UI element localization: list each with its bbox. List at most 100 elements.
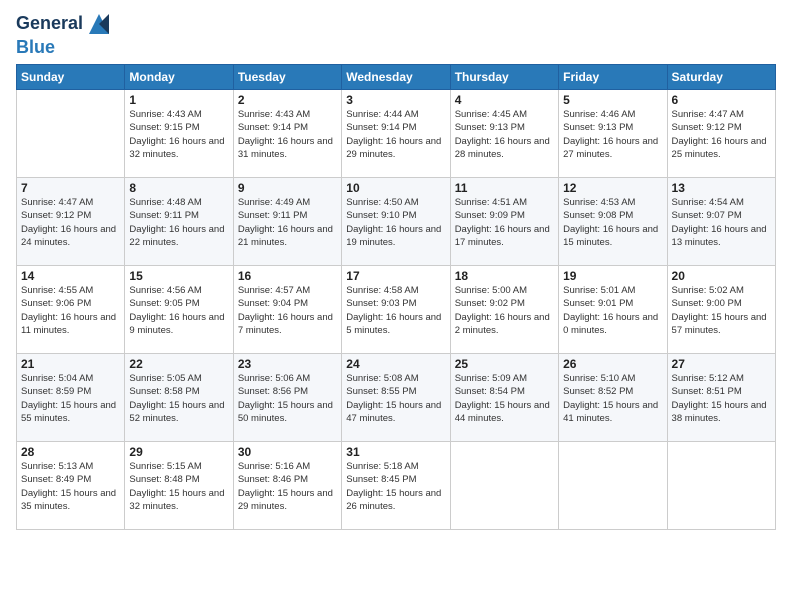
day-info: Sunrise: 4:47 AMSunset: 9:12 PMDaylight:… xyxy=(672,108,771,161)
day-cell: 2Sunrise: 4:43 AMSunset: 9:14 PMDaylight… xyxy=(233,90,341,178)
day-cell: 29Sunrise: 5:15 AMSunset: 8:48 PMDayligh… xyxy=(125,442,233,530)
day-info: Sunrise: 4:44 AMSunset: 9:14 PMDaylight:… xyxy=(346,108,445,161)
day-cell: 13Sunrise: 4:54 AMSunset: 9:07 PMDayligh… xyxy=(667,178,775,266)
day-number: 19 xyxy=(563,269,662,283)
day-cell xyxy=(450,442,558,530)
day-info: Sunrise: 5:01 AMSunset: 9:01 PMDaylight:… xyxy=(563,284,662,337)
day-info: Sunrise: 4:43 AMSunset: 9:14 PMDaylight:… xyxy=(238,108,337,161)
day-number: 2 xyxy=(238,93,337,107)
day-number: 24 xyxy=(346,357,445,371)
day-info: Sunrise: 4:58 AMSunset: 9:03 PMDaylight:… xyxy=(346,284,445,337)
day-number: 16 xyxy=(238,269,337,283)
day-cell: 25Sunrise: 5:09 AMSunset: 8:54 PMDayligh… xyxy=(450,354,558,442)
day-number: 21 xyxy=(21,357,120,371)
day-info: Sunrise: 5:00 AMSunset: 9:02 PMDaylight:… xyxy=(455,284,554,337)
day-cell: 11Sunrise: 4:51 AMSunset: 9:09 PMDayligh… xyxy=(450,178,558,266)
day-cell: 8Sunrise: 4:48 AMSunset: 9:11 PMDaylight… xyxy=(125,178,233,266)
day-cell: 7Sunrise: 4:47 AMSunset: 9:12 PMDaylight… xyxy=(17,178,125,266)
day-number: 14 xyxy=(21,269,120,283)
day-info: Sunrise: 4:55 AMSunset: 9:06 PMDaylight:… xyxy=(21,284,120,337)
logo: General Blue xyxy=(16,10,113,58)
day-info: Sunrise: 4:48 AMSunset: 9:11 PMDaylight:… xyxy=(129,196,228,249)
day-number: 26 xyxy=(563,357,662,371)
day-cell: 21Sunrise: 5:04 AMSunset: 8:59 PMDayligh… xyxy=(17,354,125,442)
day-number: 25 xyxy=(455,357,554,371)
day-number: 8 xyxy=(129,181,228,195)
day-cell xyxy=(559,442,667,530)
day-cell: 9Sunrise: 4:49 AMSunset: 9:11 PMDaylight… xyxy=(233,178,341,266)
day-info: Sunrise: 5:04 AMSunset: 8:59 PMDaylight:… xyxy=(21,372,120,425)
day-info: Sunrise: 4:54 AMSunset: 9:07 PMDaylight:… xyxy=(672,196,771,249)
day-info: Sunrise: 5:18 AMSunset: 8:45 PMDaylight:… xyxy=(346,460,445,513)
day-cell: 18Sunrise: 5:00 AMSunset: 9:02 PMDayligh… xyxy=(450,266,558,354)
day-cell: 31Sunrise: 5:18 AMSunset: 8:45 PMDayligh… xyxy=(342,442,450,530)
day-cell: 6Sunrise: 4:47 AMSunset: 9:12 PMDaylight… xyxy=(667,90,775,178)
header: General Blue xyxy=(16,10,776,58)
day-cell: 26Sunrise: 5:10 AMSunset: 8:52 PMDayligh… xyxy=(559,354,667,442)
calendar-table: SundayMondayTuesdayWednesdayThursdayFrid… xyxy=(16,64,776,530)
day-number: 7 xyxy=(21,181,120,195)
week-row-5: 28Sunrise: 5:13 AMSunset: 8:49 PMDayligh… xyxy=(17,442,776,530)
day-number: 28 xyxy=(21,445,120,459)
week-row-3: 14Sunrise: 4:55 AMSunset: 9:06 PMDayligh… xyxy=(17,266,776,354)
day-cell: 30Sunrise: 5:16 AMSunset: 8:46 PMDayligh… xyxy=(233,442,341,530)
weekday-header-tuesday: Tuesday xyxy=(233,65,341,90)
day-number: 11 xyxy=(455,181,554,195)
day-info: Sunrise: 5:02 AMSunset: 9:00 PMDaylight:… xyxy=(672,284,771,337)
day-number: 17 xyxy=(346,269,445,283)
day-number: 20 xyxy=(672,269,771,283)
day-info: Sunrise: 4:49 AMSunset: 9:11 PMDaylight:… xyxy=(238,196,337,249)
week-row-2: 7Sunrise: 4:47 AMSunset: 9:12 PMDaylight… xyxy=(17,178,776,266)
day-info: Sunrise: 5:16 AMSunset: 8:46 PMDaylight:… xyxy=(238,460,337,513)
day-number: 6 xyxy=(672,93,771,107)
day-cell: 5Sunrise: 4:46 AMSunset: 9:13 PMDaylight… xyxy=(559,90,667,178)
day-cell xyxy=(667,442,775,530)
day-number: 5 xyxy=(563,93,662,107)
day-info: Sunrise: 5:06 AMSunset: 8:56 PMDaylight:… xyxy=(238,372,337,425)
day-info: Sunrise: 5:15 AMSunset: 8:48 PMDaylight:… xyxy=(129,460,228,513)
weekday-header-saturday: Saturday xyxy=(667,65,775,90)
day-cell: 27Sunrise: 5:12 AMSunset: 8:51 PMDayligh… xyxy=(667,354,775,442)
weekday-header-row: SundayMondayTuesdayWednesdayThursdayFrid… xyxy=(17,65,776,90)
day-number: 31 xyxy=(346,445,445,459)
week-row-1: 1Sunrise: 4:43 AMSunset: 9:15 PMDaylight… xyxy=(17,90,776,178)
calendar-page: General Blue SundayMondayTuesdayWednesda… xyxy=(0,0,792,612)
day-number: 10 xyxy=(346,181,445,195)
day-number: 4 xyxy=(455,93,554,107)
day-cell: 16Sunrise: 4:57 AMSunset: 9:04 PMDayligh… xyxy=(233,266,341,354)
day-cell: 12Sunrise: 4:53 AMSunset: 9:08 PMDayligh… xyxy=(559,178,667,266)
day-info: Sunrise: 4:47 AMSunset: 9:12 PMDaylight:… xyxy=(21,196,120,249)
week-row-4: 21Sunrise: 5:04 AMSunset: 8:59 PMDayligh… xyxy=(17,354,776,442)
day-cell: 10Sunrise: 4:50 AMSunset: 9:10 PMDayligh… xyxy=(342,178,450,266)
weekday-header-wednesday: Wednesday xyxy=(342,65,450,90)
day-cell: 4Sunrise: 4:45 AMSunset: 9:13 PMDaylight… xyxy=(450,90,558,178)
day-cell: 1Sunrise: 4:43 AMSunset: 9:15 PMDaylight… xyxy=(125,90,233,178)
weekday-header-friday: Friday xyxy=(559,65,667,90)
day-info: Sunrise: 5:13 AMSunset: 8:49 PMDaylight:… xyxy=(21,460,120,513)
day-number: 18 xyxy=(455,269,554,283)
day-info: Sunrise: 5:08 AMSunset: 8:55 PMDaylight:… xyxy=(346,372,445,425)
weekday-header-monday: Monday xyxy=(125,65,233,90)
weekday-header-thursday: Thursday xyxy=(450,65,558,90)
day-info: Sunrise: 5:10 AMSunset: 8:52 PMDaylight:… xyxy=(563,372,662,425)
day-cell: 24Sunrise: 5:08 AMSunset: 8:55 PMDayligh… xyxy=(342,354,450,442)
day-number: 23 xyxy=(238,357,337,371)
day-number: 30 xyxy=(238,445,337,459)
day-cell: 20Sunrise: 5:02 AMSunset: 9:00 PMDayligh… xyxy=(667,266,775,354)
day-cell: 17Sunrise: 4:58 AMSunset: 9:03 PMDayligh… xyxy=(342,266,450,354)
day-cell: 3Sunrise: 4:44 AMSunset: 9:14 PMDaylight… xyxy=(342,90,450,178)
day-info: Sunrise: 4:45 AMSunset: 9:13 PMDaylight:… xyxy=(455,108,554,161)
day-cell: 22Sunrise: 5:05 AMSunset: 8:58 PMDayligh… xyxy=(125,354,233,442)
day-number: 9 xyxy=(238,181,337,195)
day-info: Sunrise: 4:50 AMSunset: 9:10 PMDaylight:… xyxy=(346,196,445,249)
day-cell xyxy=(17,90,125,178)
day-number: 1 xyxy=(129,93,228,107)
logo-text-blue: Blue xyxy=(16,37,55,57)
day-number: 3 xyxy=(346,93,445,107)
day-cell: 19Sunrise: 5:01 AMSunset: 9:01 PMDayligh… xyxy=(559,266,667,354)
day-cell: 23Sunrise: 5:06 AMSunset: 8:56 PMDayligh… xyxy=(233,354,341,442)
day-info: Sunrise: 5:09 AMSunset: 8:54 PMDaylight:… xyxy=(455,372,554,425)
day-info: Sunrise: 5:12 AMSunset: 8:51 PMDaylight:… xyxy=(672,372,771,425)
day-info: Sunrise: 4:43 AMSunset: 9:15 PMDaylight:… xyxy=(129,108,228,161)
day-cell: 28Sunrise: 5:13 AMSunset: 8:49 PMDayligh… xyxy=(17,442,125,530)
